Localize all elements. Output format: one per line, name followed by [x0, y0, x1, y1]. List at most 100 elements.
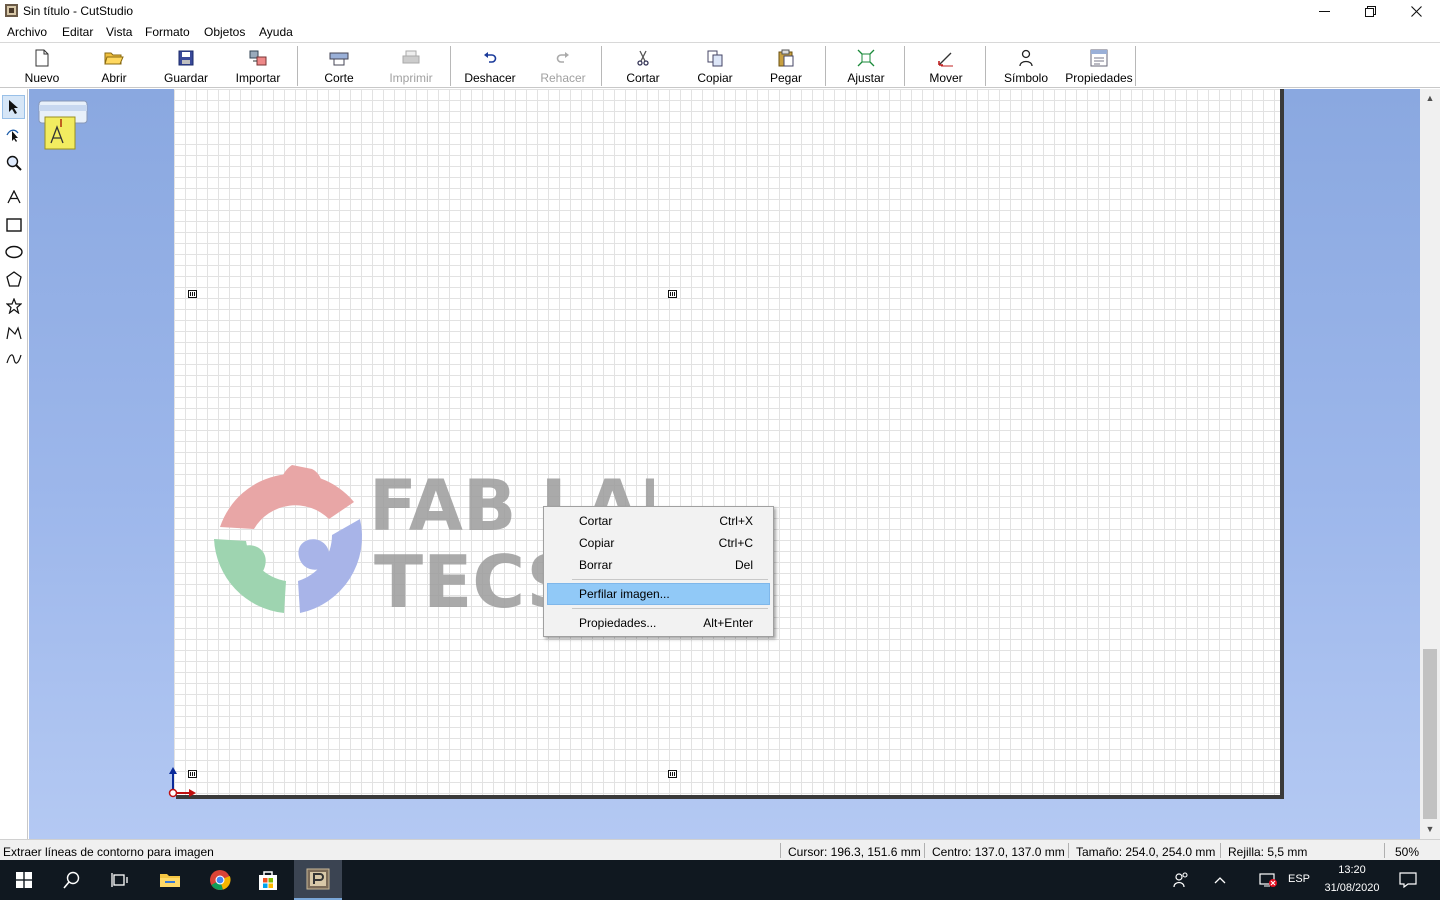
toolbar-separator	[1135, 46, 1136, 86]
store-button[interactable]	[244, 860, 292, 900]
toolbar-pegar-button[interactable]: Pegar	[756, 45, 816, 87]
toolbar-label: Corte	[324, 71, 354, 85]
scrollbar-thumb[interactable]	[1423, 649, 1437, 819]
toolbar-label: Propiedades	[1065, 71, 1133, 85]
toolbar-separator	[297, 46, 298, 86]
menu-item-label: Propiedades...	[579, 616, 657, 630]
polygon-tool-button[interactable]	[2, 267, 25, 291]
polyline-tool-button[interactable]	[2, 321, 25, 345]
select-tool-button[interactable]	[2, 95, 25, 119]
toolbar-copiar-button[interactable]: Copiar	[685, 45, 745, 87]
menu-vista[interactable]: Vista	[106, 25, 132, 39]
context-menu-separator	[572, 608, 768, 609]
search-button[interactable]	[48, 860, 96, 900]
notifications-button[interactable]	[1388, 860, 1428, 900]
context-menu-item-propiedades[interactable]: Propiedades... Alt+Enter	[547, 612, 770, 634]
toolbar-ajustar-button[interactable]: Ajustar	[836, 45, 896, 87]
context-menu-item-copiar[interactable]: Copiar Ctrl+C	[547, 532, 770, 554]
status-divider	[1384, 843, 1385, 858]
scroll-up-arrow-icon[interactable]: ▲	[1420, 90, 1440, 106]
toolbar-rehacer-button[interactable]: Rehacer	[533, 45, 593, 87]
cutstudio-app-icon	[306, 868, 330, 890]
menu-item-shortcut: Ctrl+X	[719, 514, 753, 528]
polyline-tool-icon	[5, 326, 22, 340]
context-menu-item-perfilar-imagen[interactable]: Perfilar imagen...	[547, 583, 770, 605]
toolbar-mover-button[interactable]: Mover	[916, 45, 976, 87]
store-bag-icon	[259, 871, 277, 890]
open-folder-icon	[103, 47, 125, 69]
rectangle-tool-button[interactable]	[2, 213, 25, 237]
toolbar-corte-button[interactable]: Corte	[309, 45, 369, 87]
status-size: Tamaño: 254.0, 254.0 mm	[1076, 845, 1216, 859]
vertical-scrollbar[interactable]: ▲ ▼	[1420, 89, 1440, 839]
drawing-workspace[interactable]: FAB LAB TECS	[29, 89, 1420, 839]
menu-archivo[interactable]: Archivo	[7, 25, 47, 39]
selection-handle-top-right[interactable]	[668, 290, 677, 298]
save-disk-icon	[175, 47, 197, 69]
star-tool-icon	[5, 298, 22, 314]
toolbar-imprimir-button[interactable]: Imprimir	[381, 45, 441, 87]
text-tool-button[interactable]	[2, 185, 25, 209]
node-edit-tool-button[interactable]	[2, 123, 25, 147]
start-button[interactable]	[0, 860, 48, 900]
star-tool-button[interactable]	[2, 294, 25, 318]
show-hidden-icons-button[interactable]	[1201, 860, 1239, 900]
people-icon	[1173, 872, 1188, 888]
close-button[interactable]	[1393, 0, 1439, 23]
cutstudio-taskbar-button[interactable]	[294, 860, 342, 900]
chrome-button[interactable]	[196, 860, 244, 900]
zoom-tool-button[interactable]	[2, 151, 25, 175]
toolbar-label: Imprimir	[389, 71, 433, 85]
menu-ayuda[interactable]: Ayuda	[259, 25, 293, 39]
minimize-button[interactable]	[1301, 0, 1347, 23]
clock-time[interactable]: 13:20	[1318, 864, 1386, 876]
ellipse-tool-button[interactable]	[2, 240, 25, 264]
menu-item-label: Cortar	[579, 514, 613, 528]
toolbar-deshacer-button[interactable]: Deshacer	[460, 45, 520, 87]
people-button[interactable]	[1161, 860, 1201, 900]
toolbar-simbolo-button[interactable]: Símbolo	[996, 45, 1056, 87]
toolbar-importar-button[interactable]: Importar	[228, 45, 288, 87]
status-divider	[780, 843, 781, 858]
polygon-tool-icon	[5, 271, 22, 287]
restore-button[interactable]	[1347, 0, 1393, 23]
toolbar-guardar-button[interactable]: Guardar	[156, 45, 216, 87]
menu-item-label: Perfilar imagen...	[579, 587, 670, 601]
toolbar-abrir-button[interactable]: Abrir	[84, 45, 144, 87]
select-arrow-icon	[8, 100, 18, 114]
toolbar-label: Ajustar	[847, 71, 885, 85]
toolbar-label: Guardar	[163, 71, 209, 85]
toolbar-nuevo-button[interactable]: Nuevo	[12, 45, 72, 87]
clock-date[interactable]: 31/08/2020	[1318, 882, 1386, 894]
task-view-button[interactable]	[96, 860, 144, 900]
selection-handle-bottom-right[interactable]	[668, 770, 677, 778]
move-icon	[935, 47, 957, 69]
toolbar-label: Mover	[929, 71, 963, 85]
toolbar-cortar-button[interactable]: Cortar	[613, 45, 673, 87]
context-menu-item-cortar[interactable]: Cortar Ctrl+X	[547, 510, 770, 532]
menu-formato[interactable]: Formato	[145, 25, 190, 39]
menu-item-shortcut: Alt+Enter	[703, 616, 753, 630]
sheet-shadow	[1280, 89, 1284, 799]
menu-item-label: Borrar	[579, 558, 613, 572]
toolbar-separator	[985, 46, 986, 86]
cutting-sheet[interactable]: FAB LAB TECS	[168, 89, 1280, 798]
plotter-device-icon[interactable]	[37, 97, 89, 153]
curve-tool-button[interactable]	[2, 347, 25, 371]
menu-item-shortcut: Del	[734, 558, 753, 572]
scroll-down-arrow-icon[interactable]: ▼	[1420, 821, 1440, 837]
selection-handle-top-left[interactable]	[188, 290, 197, 298]
copy-icon	[704, 47, 726, 69]
paste-icon	[775, 47, 797, 69]
menu-objetos[interactable]: Objetos	[204, 25, 245, 39]
redo-icon	[552, 47, 574, 69]
network-status-button[interactable]	[1248, 860, 1288, 900]
menu-bar: Archivo Editar Vista Formato Objetos Ayu…	[0, 23, 1440, 43]
toolbar-propiedades-button[interactable]: Propiedades	[1064, 45, 1134, 87]
context-menu-item-borrar[interactable]: Borrar Del	[547, 554, 770, 576]
menu-editar[interactable]: Editar	[62, 25, 93, 39]
status-center: Centro: 137.0, 137.0 mm	[932, 845, 1065, 859]
language-indicator[interactable]: ESP	[1287, 873, 1311, 885]
file-explorer-button[interactable]	[146, 860, 194, 900]
cutstudio-app-icon	[5, 4, 18, 17]
